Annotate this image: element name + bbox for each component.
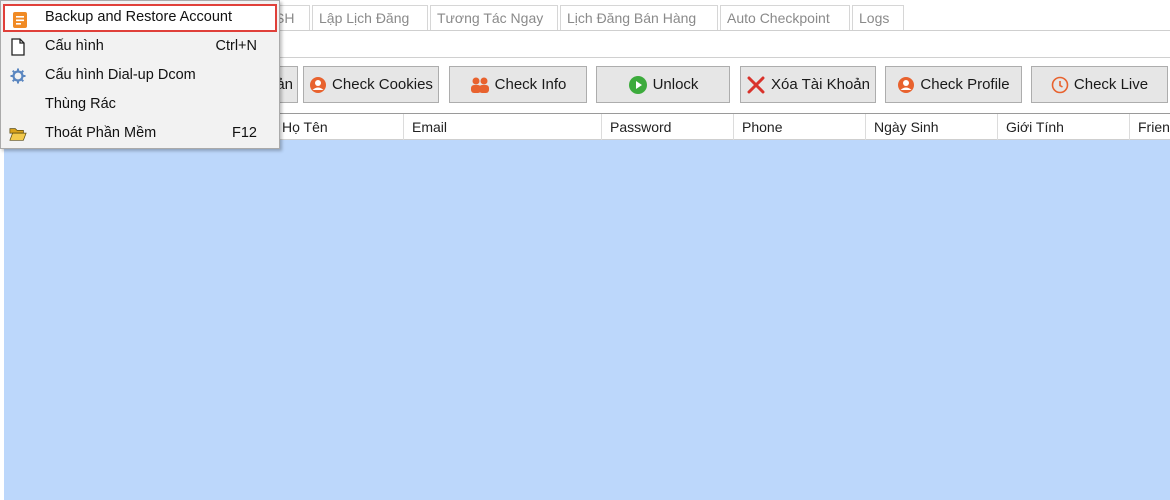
new-file-icon: [9, 38, 27, 56]
open-folder-icon: [9, 125, 27, 143]
column-phone[interactable]: Phone: [736, 114, 866, 140]
tab-tuong-tac-ngay[interactable]: Tương Tác Ngay: [430, 5, 558, 30]
menu-item-label: Backup and Restore Account: [45, 9, 233, 25]
menu-item-label: Thoát Phần Mềm: [45, 125, 157, 141]
menu-item-label: Cấu hình Dial-up Dcom: [45, 67, 196, 83]
check-info-button[interactable]: Check Info: [449, 66, 587, 103]
profile-icon: [897, 76, 915, 94]
check-profile-button[interactable]: Check Profile: [885, 66, 1022, 103]
check-profile-label: Check Profile: [920, 76, 1010, 93]
check-cookies-label: Check Cookies: [332, 76, 433, 93]
tab-logs[interactable]: Logs: [852, 5, 904, 30]
check-live-button[interactable]: Check Live: [1031, 66, 1168, 103]
menu-item-shortcut: F12: [232, 125, 257, 141]
gear-icon: [9, 67, 27, 85]
users-icon: [470, 76, 490, 94]
backup-icon: [11, 11, 29, 29]
play-icon: [628, 75, 648, 95]
menu-item-dialup-dcom[interactable]: Cấu hình Dial-up Dcom: [3, 62, 277, 90]
menu-item-thung-rac[interactable]: Thùng Rác: [3, 91, 277, 119]
check-live-label: Check Live: [1073, 76, 1149, 93]
column-password[interactable]: Password: [604, 114, 734, 140]
check-info-label: Check Info: [494, 76, 567, 93]
user-icon: [309, 76, 327, 94]
delete-account-button[interactable]: Xóa Tài Khoản: [740, 66, 876, 103]
column-friends[interactable]: Frien: [1132, 114, 1170, 140]
column-ho-ten[interactable]: Họ Tên: [276, 114, 404, 140]
unlock-button[interactable]: Unlock: [596, 66, 730, 103]
context-menu: Backup and Restore Account Cấu hình Ctrl…: [0, 0, 280, 149]
delete-account-label: Xóa Tài Khoản: [771, 76, 870, 93]
menu-item-label: Thùng Rác: [45, 96, 116, 112]
column-gioi-tinh[interactable]: Giới Tính: [1000, 114, 1130, 140]
column-ngay-sinh[interactable]: Ngày Sinh: [868, 114, 998, 140]
account-grid-body[interactable]: [0, 140, 1170, 500]
menu-item-thoat[interactable]: Thoát Phần Mềm F12: [3, 120, 277, 148]
check-cookies-button[interactable]: Check Cookies: [303, 66, 439, 103]
tab-lap-lich-dang[interactable]: Lập Lịch Đăng: [312, 5, 428, 30]
menu-item-backup-restore[interactable]: Backup and Restore Account: [3, 4, 277, 32]
menu-item-label: Cấu hình: [45, 38, 104, 54]
menu-item-shortcut: Ctrl+N: [215, 38, 258, 54]
clock-icon: [1051, 76, 1069, 94]
tab-auto-checkpoint[interactable]: Auto Checkpoint: [720, 5, 850, 30]
unlock-label: Unlock: [652, 76, 699, 93]
tab-lich-dang-ban-hang[interactable]: Lịch Đăng Bán Hàng: [560, 5, 718, 30]
close-icon: [746, 75, 766, 95]
menu-item-cau-hinh[interactable]: Cấu hình Ctrl+N: [3, 33, 277, 61]
column-email[interactable]: Email: [406, 114, 602, 140]
